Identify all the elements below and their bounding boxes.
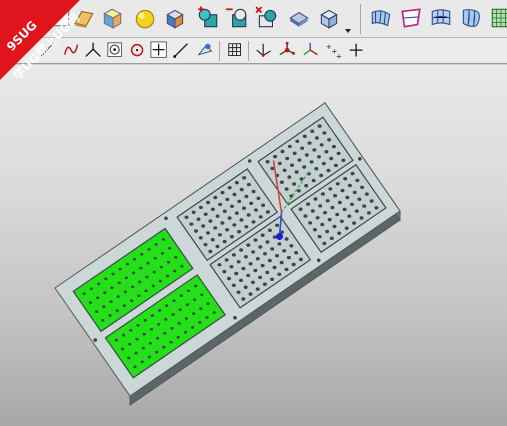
surface-bounded-icon xyxy=(462,9,480,27)
mount-hole-4 xyxy=(316,258,321,263)
crosshair-icon xyxy=(150,41,167,58)
svg-text:+: + xyxy=(336,51,342,60)
axis-icon xyxy=(256,43,271,57)
cross-icon xyxy=(349,43,363,57)
surface-ruled-icon xyxy=(371,10,391,27)
shaded-box-button[interactable] xyxy=(100,6,124,30)
mount-hole-2 xyxy=(233,315,237,320)
mount-hole-1 xyxy=(164,216,168,221)
watermark-logo: 9SUG 学UG就上UG网 xyxy=(0,0,82,82)
triad-origin-marker xyxy=(276,233,283,240)
point-set-icon: +++ xyxy=(326,42,342,60)
arc-button[interactable] xyxy=(84,41,104,61)
boolean-subtract-button[interactable] xyxy=(225,6,249,30)
surface-bounded-button[interactable] xyxy=(459,6,483,30)
csys-button[interactable] xyxy=(302,41,322,61)
mount-hole-6 xyxy=(93,338,97,342)
solid-block-button[interactable] xyxy=(287,6,311,30)
mount-hole-5 xyxy=(358,157,362,161)
snap-button[interactable] xyxy=(196,41,216,61)
point-button[interactable] xyxy=(106,41,126,61)
cross-button[interactable] xyxy=(347,41,367,61)
boolean-subtract-icon xyxy=(226,8,247,28)
arc-icon xyxy=(85,42,101,57)
datum-csys-icon xyxy=(279,41,295,56)
primitive-box-icon xyxy=(166,9,184,29)
shaded-box-icon xyxy=(103,8,122,29)
boolean-unite-icon xyxy=(198,6,218,28)
grid-icon xyxy=(228,43,241,56)
graphics-window[interactable] xyxy=(0,65,507,426)
view-cube-icon xyxy=(320,9,338,29)
circle-button[interactable] xyxy=(128,41,148,61)
toolbar-separator xyxy=(219,41,220,61)
grid-button[interactable] xyxy=(226,41,246,61)
plate-part xyxy=(54,101,401,406)
surface-through-curves-button[interactable] xyxy=(399,6,423,30)
surface-ruled-button[interactable] xyxy=(369,6,393,30)
surface-through-curves-icon xyxy=(401,8,421,28)
point-icon xyxy=(107,42,122,57)
boolean-intersect-icon xyxy=(255,6,277,28)
surface-grid-button[interactable] xyxy=(489,6,507,30)
slash-button[interactable] xyxy=(172,41,192,61)
csys-icon xyxy=(303,42,318,56)
point-set-button[interactable]: + + + xyxy=(324,41,344,61)
model-scene xyxy=(54,101,401,406)
chevron-down-icon xyxy=(345,29,351,33)
surface-grid-icon xyxy=(491,8,507,28)
surface-mesh-button[interactable] xyxy=(429,6,453,30)
mount-hole-3 xyxy=(247,159,252,163)
sphere-button[interactable] xyxy=(133,6,157,30)
crosshair-button[interactable] xyxy=(150,41,170,61)
view-cube-button[interactable] xyxy=(317,6,341,30)
slash-icon xyxy=(173,43,188,58)
toolbar-separator xyxy=(248,41,249,61)
solid-block-icon xyxy=(289,11,309,27)
snap-icon xyxy=(197,43,213,56)
surface-mesh-icon xyxy=(431,9,451,26)
nx-window: + + + 9SUG 学UG就上UG网 xyxy=(0,0,507,426)
axis-button[interactable] xyxy=(255,41,275,61)
boolean-intersect-button[interactable] xyxy=(255,6,279,30)
sphere-icon xyxy=(135,9,155,29)
toolbar-separator xyxy=(360,4,361,34)
datum-csys-button[interactable] xyxy=(278,41,298,61)
circle-icon xyxy=(130,43,144,57)
boolean-unite-button[interactable] xyxy=(196,6,220,30)
primitive-box-button[interactable] xyxy=(163,6,187,30)
toolbar-row1-overflow-dropdown[interactable] xyxy=(345,20,352,33)
